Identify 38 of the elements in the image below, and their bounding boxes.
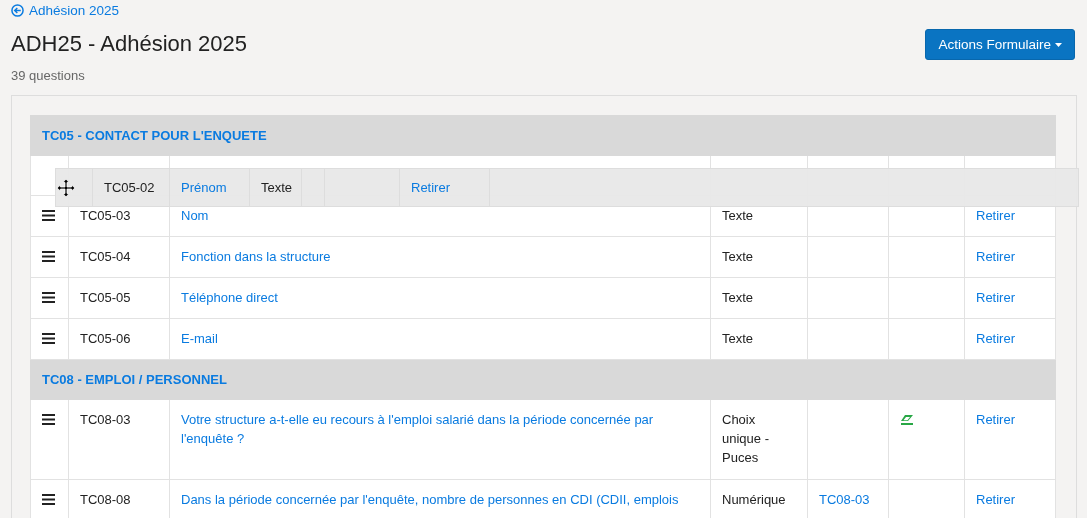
remove-link[interactable]: Retirer (411, 178, 450, 197)
drag-handle-icon[interactable] (42, 210, 55, 221)
drag-handle-icon[interactable] (42, 333, 55, 344)
actions-dropdown-button[interactable]: Actions Formulaire (925, 29, 1075, 60)
section-heading: TC08 - EMPLOI / PERSONNEL (42, 372, 227, 387)
dragged-row[interactable]: TC05-02 Prénom Texte Retirer (55, 168, 1079, 207)
question-count: 39 questions (11, 68, 86, 83)
question-code: TC08-03 (80, 412, 131, 427)
question-type: Texte (722, 290, 754, 305)
question-code: TC05-05 (80, 290, 131, 305)
drag-handle-icon[interactable] (42, 292, 55, 303)
section-heading: TC05 - CONTACT POUR L'ENQUETE (42, 128, 267, 143)
remove-link[interactable]: Retirer (976, 412, 1015, 427)
drag-handle-icon[interactable] (42, 414, 55, 425)
question-code: TC08-08 (80, 492, 131, 507)
drag-handle-icon[interactable] (42, 494, 55, 505)
back-link[interactable]: Adhésion 2025 (11, 3, 120, 18)
question-code: TC05-02 (104, 179, 155, 197)
question-link[interactable]: Prénom (181, 178, 227, 197)
question-code: TC05-06 (80, 331, 131, 346)
back-arrow-icon (11, 4, 24, 17)
remove-link[interactable]: Retirer (976, 290, 1015, 305)
caret-icon (1055, 42, 1062, 47)
remove-link[interactable]: Retirer (976, 492, 1015, 507)
question-type: Texte (722, 331, 754, 346)
question-code: TC05-03 (80, 208, 131, 223)
question-type: Texte (722, 208, 754, 223)
remove-link[interactable]: Retirer (976, 249, 1015, 264)
question-type: Choix unique - Puces (722, 412, 769, 465)
question-type: Texte (722, 249, 754, 264)
move-cursor-icon (57, 178, 75, 197)
question-type: Numérique (722, 492, 786, 507)
drag-handle-icon[interactable] (42, 251, 55, 262)
question-code: TC05-04 (80, 249, 131, 264)
remove-link[interactable]: Retirer (976, 208, 1015, 223)
page-title: ADH25 - Adhésion 2025 (11, 31, 248, 57)
question-type: Texte (261, 179, 293, 197)
remove-link[interactable]: Retirer (976, 331, 1015, 346)
